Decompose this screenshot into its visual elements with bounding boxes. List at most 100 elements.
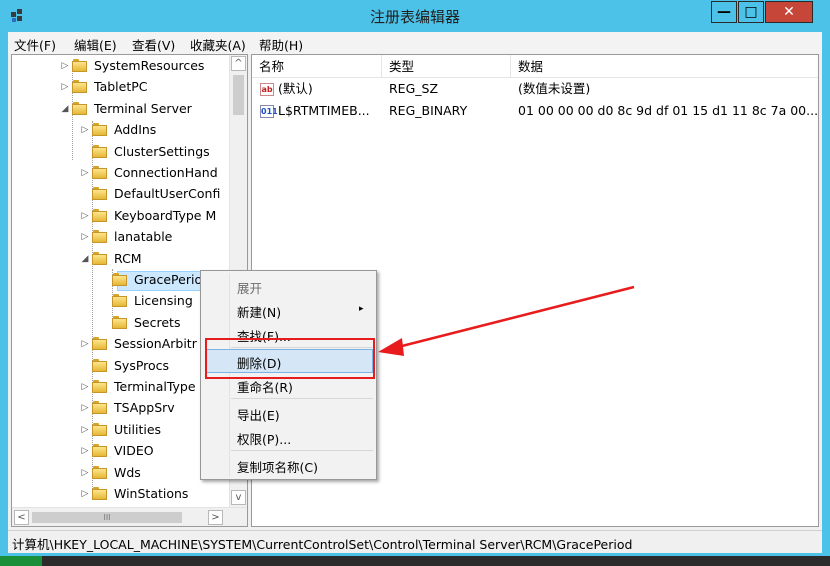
tree-node-label: Wds [114, 464, 141, 480]
tree-node[interactable]: ▷ TerminalType [12, 377, 227, 397]
expand-arrow-icon[interactable]: ▷ [80, 163, 90, 183]
folder-icon [92, 123, 107, 137]
annotation-highlight-box [205, 338, 375, 379]
tree-node-label: WinStations [114, 486, 189, 501]
expand-arrow-icon[interactable]: ▷ [60, 77, 70, 97]
collapse-arrow-icon[interactable]: ◢ [80, 249, 90, 269]
tree-node[interactable]: ▷ TabletPC [12, 77, 227, 97]
expand-arrow-icon[interactable]: ▷ [80, 398, 90, 418]
expand-arrow-icon[interactable]: ▷ [80, 120, 90, 140]
tree-node[interactable]: ▷ lanatable [12, 227, 227, 247]
folder-icon [112, 294, 127, 308]
menu-file[interactable]: 文件(F) [14, 35, 56, 54]
tree-node[interactable]: ▷ TSAppSrv [12, 398, 227, 418]
column-header-data[interactable]: 数据 [511, 55, 818, 78]
tree-node[interactable]: ▷ Wds [12, 463, 227, 483]
tree-node[interactable]: ▷ Utilities [12, 420, 227, 440]
tree-node-label: SystemResources [94, 58, 205, 73]
menu-edit[interactable]: 编辑(E) [74, 35, 117, 54]
column-header-name[interactable]: 名称 [252, 55, 382, 78]
value-type: REG_SZ [389, 81, 439, 96]
tree-node[interactable]: GracePeriod [12, 270, 227, 290]
tree-node[interactable]: Licensing [12, 291, 227, 311]
menu-item-rename[interactable]: 重命名(R) [237, 377, 293, 396]
menu-favorites[interactable]: 收藏夹(A) [190, 35, 246, 54]
menu-item-permissions[interactable]: 权限(P)... [237, 429, 291, 448]
expand-arrow-icon[interactable]: ▷ [80, 463, 90, 483]
window-title: 注册表编辑器 [369, 8, 460, 26]
tree-node[interactable]: ▷ WinStations [12, 484, 227, 504]
tree-node-label: Secrets [134, 314, 181, 330]
registry-editor-window: 注册表编辑器 — □ ✕ 文件(F) 编辑(E) 查看(V) 收藏夹(A) 帮助… [0, 0, 830, 556]
scroll-left-button[interactable]: < [14, 510, 29, 525]
scroll-down-button[interactable]: v [231, 490, 246, 505]
expand-arrow-icon[interactable]: ▷ [60, 56, 70, 76]
hscroll-thumb[interactable]: III [32, 512, 182, 523]
folder-icon [72, 80, 87, 94]
expand-arrow-icon[interactable]: ▷ [80, 227, 90, 247]
tree-horizontal-scrollbar[interactable]: < III > [12, 507, 247, 526]
menu-item-new[interactable]: 新建(N) [237, 302, 281, 321]
value-name: (默认) [278, 81, 313, 96]
minimize-button[interactable]: — [711, 1, 737, 23]
binary-value-icon: 011 [260, 105, 278, 118]
folder-icon [92, 251, 107, 266]
tree-node-label: ClusterSettings [114, 143, 210, 159]
tree-node-label: RCM [114, 250, 142, 266]
expand-arrow-icon[interactable]: ▷ [80, 441, 90, 461]
folder-icon [72, 101, 87, 116]
scroll-right-button[interactable]: > [208, 510, 223, 525]
tree-node[interactable]: ▷ VIDEO [12, 441, 227, 461]
status-bar: 计算机\HKEY_LOCAL_MACHINE\SYSTEM\CurrentCon… [8, 530, 822, 553]
tree-node[interactable]: ▷ ConnectionHand [12, 163, 227, 183]
close-button[interactable]: ✕ [765, 1, 813, 23]
expand-arrow-icon[interactable]: ▷ [80, 420, 90, 440]
status-path: 计算机\HKEY_LOCAL_MACHINE\SYSTEM\CurrentCon… [12, 537, 633, 552]
menu-view[interactable]: 查看(V) [132, 35, 175, 54]
folder-icon [92, 230, 107, 244]
tree-node[interactable]: ▷ SessionArbitr [12, 334, 227, 354]
tree-node-label: DefaultUserConfi [114, 186, 221, 202]
scroll-up-button[interactable]: ^ [231, 56, 246, 71]
folder-icon [92, 144, 107, 159]
folder-icon [92, 380, 107, 394]
folder-icon [92, 166, 107, 180]
expand-arrow-icon[interactable]: ▷ [80, 377, 90, 397]
folder-icon [72, 59, 87, 73]
menu-item-expand[interactable]: 展开 [237, 278, 262, 297]
title-bar[interactable]: 注册表编辑器 — □ ✕ [0, 0, 830, 32]
tree-node[interactable]: ▷ AddIns [12, 120, 227, 140]
scroll-thumb[interactable] [233, 75, 244, 115]
menu-bar: 文件(F) 编辑(E) 查看(V) 收藏夹(A) 帮助(H) [8, 32, 822, 54]
folder-icon [92, 358, 107, 373]
tree-node[interactable]: SysProcs [12, 356, 227, 376]
tree-node[interactable]: ClusterSettings [12, 142, 227, 162]
tree-node[interactable]: Secrets [12, 313, 227, 333]
expand-arrow-icon[interactable]: ▷ [80, 206, 90, 226]
column-header-type[interactable]: 类型 [382, 55, 511, 78]
client-area: ▷ SystemResources ▷ TabletPC ◢ Terminal Serve… [8, 54, 822, 530]
tree-node-label: lanatable [114, 229, 173, 245]
menu-item-copy-key-name[interactable]: 复制项名称(C) [237, 457, 318, 476]
maximize-button[interactable]: □ [738, 1, 764, 23]
tree-node[interactable]: DefaultUserConfi [12, 184, 227, 204]
collapse-arrow-icon[interactable]: ◢ [60, 99, 70, 119]
folder-icon [92, 465, 107, 480]
menu-help[interactable]: 帮助(H) [259, 35, 303, 54]
tree-node[interactable]: ▷ SystemResources [12, 56, 227, 76]
value-type: REG_BINARY [389, 103, 468, 118]
folder-icon [92, 422, 107, 437]
tree-node[interactable]: ◢ Terminal Server [12, 99, 227, 119]
value-data: (数值未设置) [518, 81, 591, 96]
expand-arrow-icon[interactable]: ▷ [80, 334, 90, 354]
menu-item-export[interactable]: 导出(E) [237, 405, 280, 424]
expand-arrow-icon[interactable]: ▷ [80, 484, 90, 504]
folder-icon [92, 444, 107, 458]
tree-node-label: AddIns [114, 122, 157, 138]
tree-node-label: ConnectionHand [114, 165, 218, 180]
folder-icon [92, 208, 107, 223]
tree-node[interactable]: ◢ RCM [12, 249, 227, 269]
tree-node-label: Licensing [134, 293, 193, 309]
tree-node-label: VIDEO [114, 443, 154, 459]
tree-node[interactable]: ▷ KeyboardType M [12, 206, 227, 226]
